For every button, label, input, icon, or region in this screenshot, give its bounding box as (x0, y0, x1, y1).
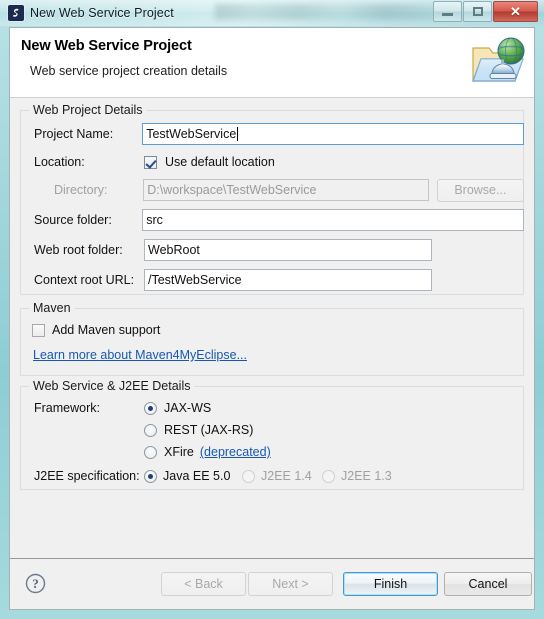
j2ee-option-j2ee-14: J2EE 1.4 (242, 466, 312, 486)
close-button[interactable]: ✕ (493, 1, 538, 22)
use-default-location-checkbox[interactable] (144, 155, 157, 169)
j2ee-specification-label-row: J2EE specification: (34, 466, 140, 486)
framework-label-xfire[interactable]: XFire (164, 445, 194, 459)
project-name-value: TestWebService (146, 126, 237, 141)
web-root-folder-label: Web root folder: (34, 243, 123, 257)
banner-subtitle: Web service project creation details (30, 64, 228, 78)
group-legend-web-project-details: Web Project Details (29, 103, 147, 117)
group-maven: Maven (20, 301, 524, 376)
web-root-folder-value: WebRoot (148, 242, 200, 257)
project-name-input[interactable]: TestWebService (142, 123, 524, 145)
wizard-body: Web Project Details Project Name: TestWe… (10, 98, 534, 609)
row-directory: Directory: D:\workspace\TestWebService B… (34, 178, 524, 202)
j2ee-radio-j2ee-13 (322, 469, 335, 483)
minimize-icon (442, 13, 453, 16)
myeclipse-logo-icon (8, 5, 24, 21)
framework-radio-rest-jax-rs[interactable] (144, 423, 157, 437)
row-web-root-folder: Web root folder: WebRoot (34, 238, 524, 262)
framework-label-rest-jax-rs[interactable]: REST (JAX-RS) (164, 423, 253, 437)
back-button: < Back (161, 572, 246, 596)
row-maven-learn-more: Learn more about Maven4MyEclipse... (33, 346, 247, 364)
dialog-window: New Web Service Project ✕ New Web Servic… (0, 0, 544, 619)
j2ee-option-j2ee-13: J2EE 1.3 (322, 466, 392, 486)
wizard-button-bar: ? < Back Next > Finish Cancel (10, 559, 534, 609)
window-controls: ✕ (432, 1, 538, 22)
framework-option-xfire[interactable]: XFire (deprecated) (144, 442, 271, 462)
j2ee-option-java-ee-50[interactable]: Java EE 5.0 (144, 466, 230, 486)
xfire-deprecated-link[interactable]: (deprecated) (200, 445, 271, 459)
context-root-url-label: Context root URL: (34, 273, 135, 287)
framework-option-rest-jax-rs[interactable]: REST (JAX-RS) (144, 420, 253, 440)
maximize-button[interactable] (463, 1, 492, 22)
directory-value: D:\workspace\TestWebService (147, 182, 317, 197)
j2ee-label-j2ee-14: J2EE 1.4 (261, 469, 312, 483)
source-folder-label: Source folder: (34, 213, 112, 227)
maximize-icon (472, 7, 483, 16)
framework-radio-jax-ws[interactable] (144, 401, 157, 415)
text-caret (237, 127, 239, 141)
dialog-client-area: New Web Service Project Web service proj… (9, 27, 535, 610)
background-window-ghost-text (215, 4, 445, 20)
j2ee-specification-label: J2EE specification: (34, 469, 140, 483)
cancel-button[interactable]: Cancel (444, 572, 532, 596)
finish-button[interactable]: Finish (343, 572, 438, 596)
use-default-location-label[interactable]: Use default location (165, 155, 275, 169)
row-project-name: Project Name: TestWebService (34, 122, 524, 146)
row-add-maven-support: Add Maven support (32, 320, 160, 340)
source-folder-input[interactable]: src (142, 209, 524, 231)
framework-radio-xfire[interactable] (144, 445, 157, 459)
group-legend-web-service-j2ee-details: Web Service & J2EE Details (29, 379, 195, 393)
framework-label: Framework: (34, 401, 100, 415)
add-maven-support-label[interactable]: Add Maven support (52, 323, 160, 337)
title-bar[interactable]: New Web Service Project ✕ (0, 0, 544, 26)
next-button: Next > (248, 572, 333, 596)
project-name-label: Project Name: (34, 127, 114, 141)
location-label: Location: (34, 155, 85, 169)
minimize-button[interactable] (433, 1, 462, 22)
add-maven-support-checkbox[interactable] (32, 323, 45, 337)
browse-button: Browse... (436, 178, 524, 202)
context-root-url-input[interactable]: /TestWebService (144, 269, 432, 291)
svg-text:?: ? (32, 576, 39, 591)
directory-input: D:\workspace\TestWebService (143, 179, 429, 201)
framework-option-jax-ws[interactable]: JAX-WS (144, 398, 211, 418)
banner-title: New Web Service Project (21, 38, 192, 54)
directory-label: Directory: (54, 183, 108, 197)
j2ee-radio-java-ee-50[interactable] (144, 469, 157, 483)
source-folder-value: src (146, 212, 163, 227)
row-location: Location: Use default location (34, 152, 524, 172)
framework-label-row: Framework: (34, 398, 100, 418)
help-question-icon[interactable]: ? (25, 573, 46, 594)
web-service-project-folder-globe-icon (468, 34, 526, 92)
wizard-banner: New Web Service Project Web service proj… (10, 28, 534, 98)
j2ee-label-java-ee-50[interactable]: Java EE 5.0 (163, 469, 230, 483)
context-root-url-value: /TestWebService (148, 272, 242, 287)
close-icon: ✕ (510, 4, 521, 19)
row-source-folder: Source folder: src (34, 208, 524, 232)
group-legend-maven: Maven (29, 301, 75, 315)
maven-learn-more-link[interactable]: Learn more about Maven4MyEclipse... (33, 348, 247, 362)
window-title: New Web Service Project (30, 6, 174, 20)
j2ee-label-j2ee-13: J2EE 1.3 (341, 469, 392, 483)
web-root-folder-input[interactable]: WebRoot (144, 239, 432, 261)
row-context-root-url: Context root URL: /TestWebService (34, 268, 524, 292)
framework-label-jax-ws[interactable]: JAX-WS (164, 401, 211, 415)
j2ee-radio-j2ee-14 (242, 469, 255, 483)
